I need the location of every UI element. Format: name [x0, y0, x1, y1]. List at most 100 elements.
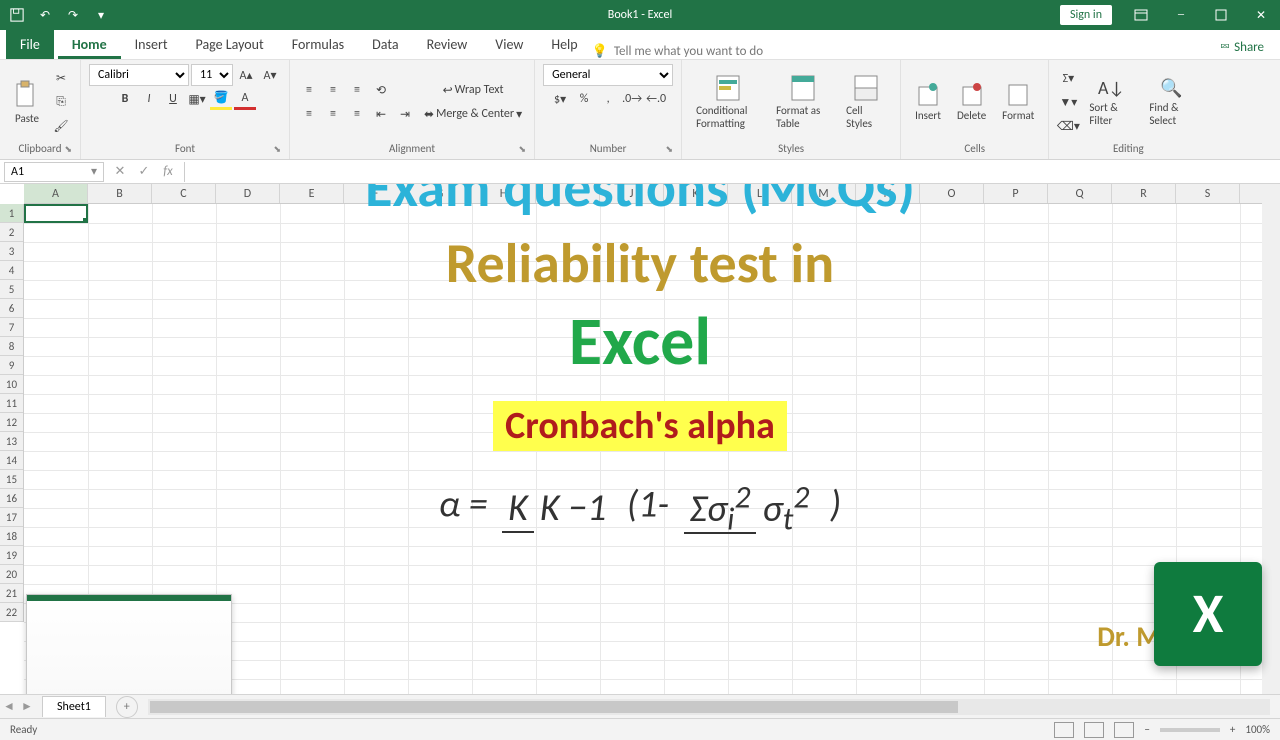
font-color-icon[interactable]: A — [234, 88, 256, 110]
insert-cells-button[interactable]: Insert — [909, 81, 947, 124]
tab-home[interactable]: Home — [58, 30, 121, 59]
borders-icon[interactable]: ▦▾ — [186, 88, 208, 110]
comma-icon[interactable]: , — [597, 88, 619, 110]
col-header[interactable]: F — [344, 184, 408, 203]
cut-icon[interactable]: ✂ — [50, 67, 72, 89]
vertical-scrollbar[interactable] — [1262, 184, 1280, 694]
page-layout-view-icon[interactable] — [1084, 722, 1104, 738]
col-header[interactable]: P — [984, 184, 1048, 203]
tab-file[interactable]: File — [6, 30, 54, 59]
maximize-icon[interactable] — [1202, 0, 1240, 30]
row-header[interactable]: 3 — [0, 242, 23, 261]
save-icon[interactable] — [4, 2, 30, 28]
cancel-formula-icon[interactable]: ✕ — [108, 164, 132, 179]
wrap-text-button[interactable]: ↩ Wrap Text — [420, 79, 526, 101]
row-header[interactable]: 22 — [0, 603, 23, 622]
row-header[interactable]: 5 — [0, 280, 23, 299]
row-header[interactable]: 2 — [0, 223, 23, 242]
col-header[interactable]: Q — [1048, 184, 1112, 203]
col-header[interactable]: A — [24, 184, 88, 203]
col-header[interactable]: B — [88, 184, 152, 203]
sheet-tab-1[interactable]: Sheet1 — [42, 696, 106, 717]
row-header[interactable]: 1 — [0, 204, 23, 223]
undo-icon[interactable]: ↶ — [32, 2, 58, 28]
tab-review[interactable]: Review — [413, 30, 482, 59]
zoom-slider[interactable] — [1160, 728, 1220, 732]
format-painter-icon[interactable]: 🖌 — [50, 115, 72, 137]
hscroll-thumb[interactable] — [150, 701, 958, 713]
sheet-nav-next-icon[interactable]: ► — [18, 699, 36, 714]
selected-cell[interactable] — [24, 204, 88, 223]
clipboard-launcher-icon[interactable]: ⬊ — [64, 144, 72, 155]
worksheet-grid[interactable]: ABCDEFGHIJKLMNOPQRS 12345678910111213141… — [0, 184, 1280, 694]
col-header[interactable]: J — [600, 184, 664, 203]
row-header[interactable]: 15 — [0, 470, 23, 489]
align-right-icon[interactable]: ≡ — [346, 103, 368, 125]
autosum-icon[interactable]: Σ▾ — [1057, 67, 1079, 89]
format-as-table-button[interactable]: Format as Table — [770, 72, 836, 132]
redo-icon[interactable]: ↷ — [60, 2, 86, 28]
fx-icon[interactable]: fx — [156, 164, 180, 179]
formula-bar[interactable] — [184, 162, 1280, 182]
indent-inc-icon[interactable]: ⇥ — [394, 103, 416, 125]
row-header[interactable]: 6 — [0, 299, 23, 318]
normal-view-icon[interactable] — [1054, 722, 1074, 738]
number-launcher-icon[interactable]: ⬊ — [666, 144, 674, 155]
row-header[interactable]: 8 — [0, 337, 23, 356]
col-header[interactable]: N — [856, 184, 920, 203]
align-top-icon[interactable]: ≡ — [298, 79, 320, 101]
row-header[interactable]: 16 — [0, 489, 23, 508]
italic-button[interactable]: I — [138, 88, 160, 110]
inc-decimal-icon[interactable]: .0→ — [621, 88, 643, 110]
sheet-nav-prev-icon[interactable]: ◄ — [0, 699, 18, 714]
row-header[interactable]: 9 — [0, 356, 23, 375]
col-header[interactable]: E — [280, 184, 344, 203]
minimize-icon[interactable]: ─ — [1162, 0, 1200, 30]
alignment-launcher-icon[interactable]: ⬊ — [519, 144, 527, 155]
font-size-select[interactable]: 11 — [191, 64, 233, 86]
col-header[interactable]: K — [664, 184, 728, 203]
row-header[interactable]: 7 — [0, 318, 23, 337]
signin-button[interactable]: Sign in — [1060, 5, 1112, 25]
row-header[interactable]: 4 — [0, 261, 23, 280]
close-icon[interactable]: ✕ — [1242, 0, 1280, 30]
align-left-icon[interactable]: ≡ — [298, 103, 320, 125]
sort-filter-button[interactable]: A↓Sort & Filter — [1083, 75, 1139, 129]
sheet-add-button[interactable]: + — [116, 696, 138, 718]
col-header[interactable]: G — [408, 184, 472, 203]
align-center-icon[interactable]: ≡ — [322, 103, 344, 125]
ribbon-options-icon[interactable] — [1122, 0, 1160, 30]
row-header[interactable]: 21 — [0, 584, 23, 603]
col-header[interactable]: C — [152, 184, 216, 203]
enter-formula-icon[interactable]: ✓ — [132, 164, 156, 179]
underline-button[interactable]: U — [162, 88, 184, 110]
tab-insert[interactable]: Insert — [121, 30, 182, 59]
col-header[interactable]: H — [472, 184, 536, 203]
conditional-formatting-button[interactable]: Conditional Formatting — [690, 72, 766, 132]
font-family-select[interactable]: Calibri — [89, 64, 189, 86]
row-header[interactable]: 17 — [0, 508, 23, 527]
row-header[interactable]: 12 — [0, 413, 23, 432]
row-header[interactable]: 11 — [0, 394, 23, 413]
fill-color-icon[interactable]: 🪣 — [210, 88, 232, 110]
font-launcher-icon[interactable]: ⬊ — [273, 144, 281, 155]
currency-icon[interactable]: $▾ — [549, 88, 571, 110]
row-header[interactable]: 13 — [0, 432, 23, 451]
copy-icon[interactable]: ⎘ — [50, 91, 72, 113]
row-header[interactable]: 20 — [0, 565, 23, 584]
qat-more-icon[interactable]: ▾ — [88, 2, 114, 28]
tab-view[interactable]: View — [481, 30, 537, 59]
number-format-select[interactable]: General — [543, 64, 673, 86]
col-header[interactable]: O — [920, 184, 984, 203]
share-button[interactable]: ⮹ Share — [1210, 36, 1274, 59]
indent-dec-icon[interactable]: ⇤ — [370, 103, 392, 125]
tab-help[interactable]: Help — [537, 30, 591, 59]
zoom-in-icon[interactable]: + — [1230, 723, 1235, 736]
cell-styles-button[interactable]: Cell Styles — [840, 72, 892, 132]
shrink-font-icon[interactable]: A▾ — [259, 64, 281, 86]
col-header[interactable]: S — [1176, 184, 1240, 203]
col-header[interactable]: R — [1112, 184, 1176, 203]
find-select-button[interactable]: 🔍Find & Select — [1143, 75, 1199, 129]
format-cells-button[interactable]: Format — [996, 81, 1040, 124]
percent-icon[interactable]: % — [573, 88, 595, 110]
